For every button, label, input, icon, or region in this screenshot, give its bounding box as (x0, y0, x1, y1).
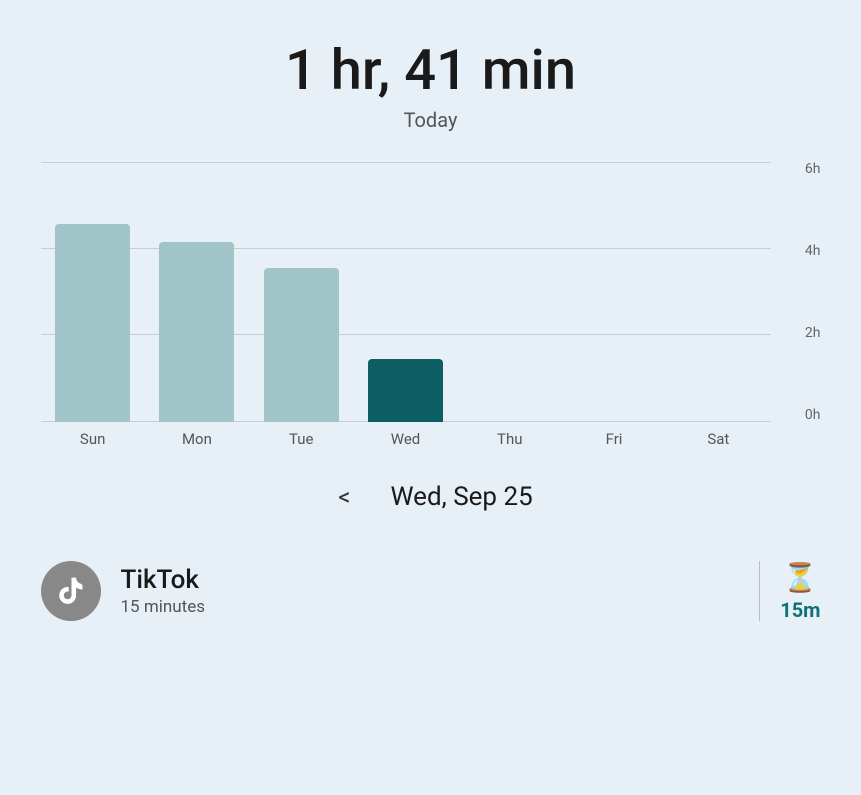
x-label-tue: Tue (249, 430, 353, 448)
time-badge: ⏳ 15m (780, 561, 820, 622)
bar-group-tue (249, 162, 353, 422)
bar-sun (55, 224, 130, 422)
bar-group-thu (458, 162, 562, 422)
hourglass-icon: ⏳ (783, 561, 818, 594)
bar-group-wed (353, 162, 457, 422)
y-label-6h: 6h (805, 162, 821, 176)
bar-tue (264, 268, 339, 422)
nav-date: Wed, Sep 25 (391, 482, 533, 512)
tiktok-icon (41, 561, 101, 621)
app-info: TikTok 15 minutes (121, 565, 740, 617)
tiktok-svg (55, 575, 87, 607)
bar-group-fri (562, 162, 666, 422)
x-axis-labels: SunMonTueWedThuFriSat (41, 422, 771, 448)
y-label-2h: 2h (805, 326, 821, 340)
period-label: Today (285, 108, 576, 132)
divider (759, 561, 760, 621)
x-label-sat: Sat (666, 430, 770, 448)
y-label-0h: 0h (805, 408, 821, 422)
y-label-4h: 4h (805, 244, 821, 258)
bars-wrapper (41, 162, 771, 422)
x-label-wed: Wed (353, 430, 457, 448)
bar-group-sun (41, 162, 145, 422)
app-name: TikTok (121, 565, 740, 595)
bar-wed (368, 359, 443, 421)
x-label-fri: Fri (562, 430, 666, 448)
x-label-thu: Thu (458, 430, 562, 448)
y-axis-labels: 6h 4h 2h 0h (776, 162, 821, 422)
main-time: 1 hr, 41 min (285, 40, 576, 102)
bar-group-sat (666, 162, 770, 422)
badge-time-value: 15m (780, 598, 820, 622)
chart-area: 6h 4h 2h 0h (41, 162, 821, 422)
app-row: TikTok 15 minutes ⏳ 15m (41, 551, 821, 632)
x-label-sun: Sun (41, 430, 145, 448)
bar-mon (159, 242, 234, 422)
nav-row: < Wed, Sep 25 (41, 478, 821, 516)
header: 1 hr, 41 min Today (285, 40, 576, 132)
app-duration: 15 minutes (121, 597, 740, 617)
prev-button[interactable]: < (328, 478, 360, 516)
chart-container: 6h 4h 2h 0h SunMonTueWedThuFriSat (41, 162, 821, 448)
bar-group-mon (145, 162, 249, 422)
x-label-mon: Mon (145, 430, 249, 448)
